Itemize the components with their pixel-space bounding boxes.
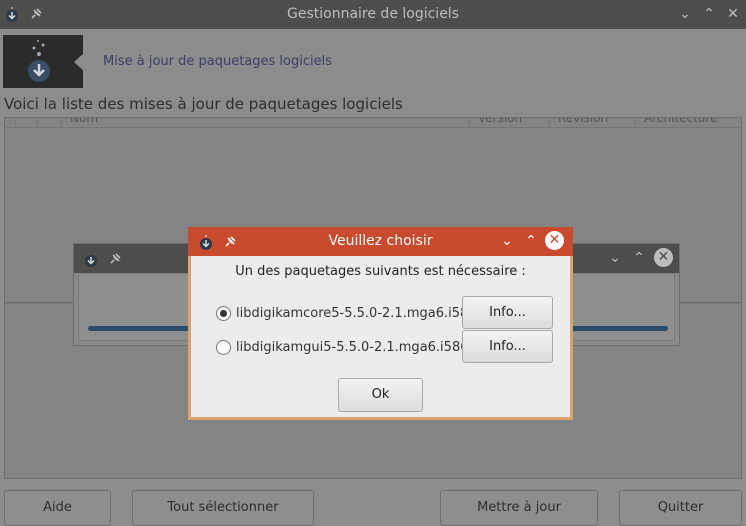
- radio-libdigikamgui5[interactable]: [216, 340, 231, 355]
- update-button[interactable]: Mettre à jour: [440, 490, 598, 526]
- column-header-version[interactable]: Version: [469, 118, 549, 127]
- close-icon[interactable]: ✕: [724, 5, 742, 23]
- column-header[interactable]: [37, 118, 61, 127]
- close-icon[interactable]: ✕: [545, 231, 564, 250]
- minimize-icon[interactable]: ⌄: [606, 249, 624, 267]
- installer-icon: [85, 255, 97, 267]
- select-all-button[interactable]: Tout sélectionner: [132, 490, 314, 526]
- column-header[interactable]: [15, 118, 37, 127]
- pin-icon[interactable]: [107, 251, 123, 267]
- window-title: Gestionnaire de logiciels: [287, 6, 459, 22]
- quit-button[interactable]: Quitter: [619, 490, 742, 526]
- close-icon[interactable]: ✕: [654, 248, 673, 267]
- maximize-icon[interactable]: ⌃: [700, 5, 718, 23]
- option-label[interactable]: libdigikamcore5-5.5.0-2.1.mga6.i586: [236, 306, 477, 321]
- option-label[interactable]: libdigikamgui5-5.5.0-2.1.mga6.i586: [236, 340, 468, 355]
- help-button[interactable]: Aide: [4, 490, 111, 526]
- info-button[interactable]: Info...: [462, 330, 553, 363]
- header-link[interactable]: Mise à jour de paquetages logiciels: [103, 54, 332, 69]
- dialog-message: Un des paquetages suivants est nécessair…: [235, 264, 526, 279]
- dialog-titlebar[interactable]: Veuillez choisir ⌄ ⌃ ✕: [188, 227, 573, 256]
- column-header-revision[interactable]: Révision: [549, 118, 635, 127]
- list-heading: Voici la liste des mises à jour de paque…: [4, 95, 403, 113]
- update-logo: [3, 35, 84, 88]
- main-titlebar[interactable]: Gestionnaire de logiciels ⌄ ⌃ ✕: [0, 0, 746, 29]
- minimize-icon[interactable]: ⌄: [676, 5, 694, 23]
- column-header-architecture[interactable]: Architecture: [635, 118, 741, 127]
- maximize-icon[interactable]: ⌃: [522, 232, 540, 250]
- minimize-icon[interactable]: ⌄: [498, 232, 516, 250]
- info-button[interactable]: Info...: [462, 296, 553, 329]
- ok-button[interactable]: Ok: [338, 378, 423, 412]
- choice-dialog: Veuillez choisir ⌄ ⌃ ✕ Un des paquetages…: [188, 227, 573, 420]
- maximize-icon[interactable]: ⌃: [630, 249, 648, 267]
- radio-libdigikamcore5[interactable]: [216, 306, 231, 321]
- installer-icon: [28, 40, 50, 82]
- table-header: Nom Version Révision Architecture: [5, 118, 741, 128]
- column-header-name[interactable]: Nom: [61, 118, 469, 127]
